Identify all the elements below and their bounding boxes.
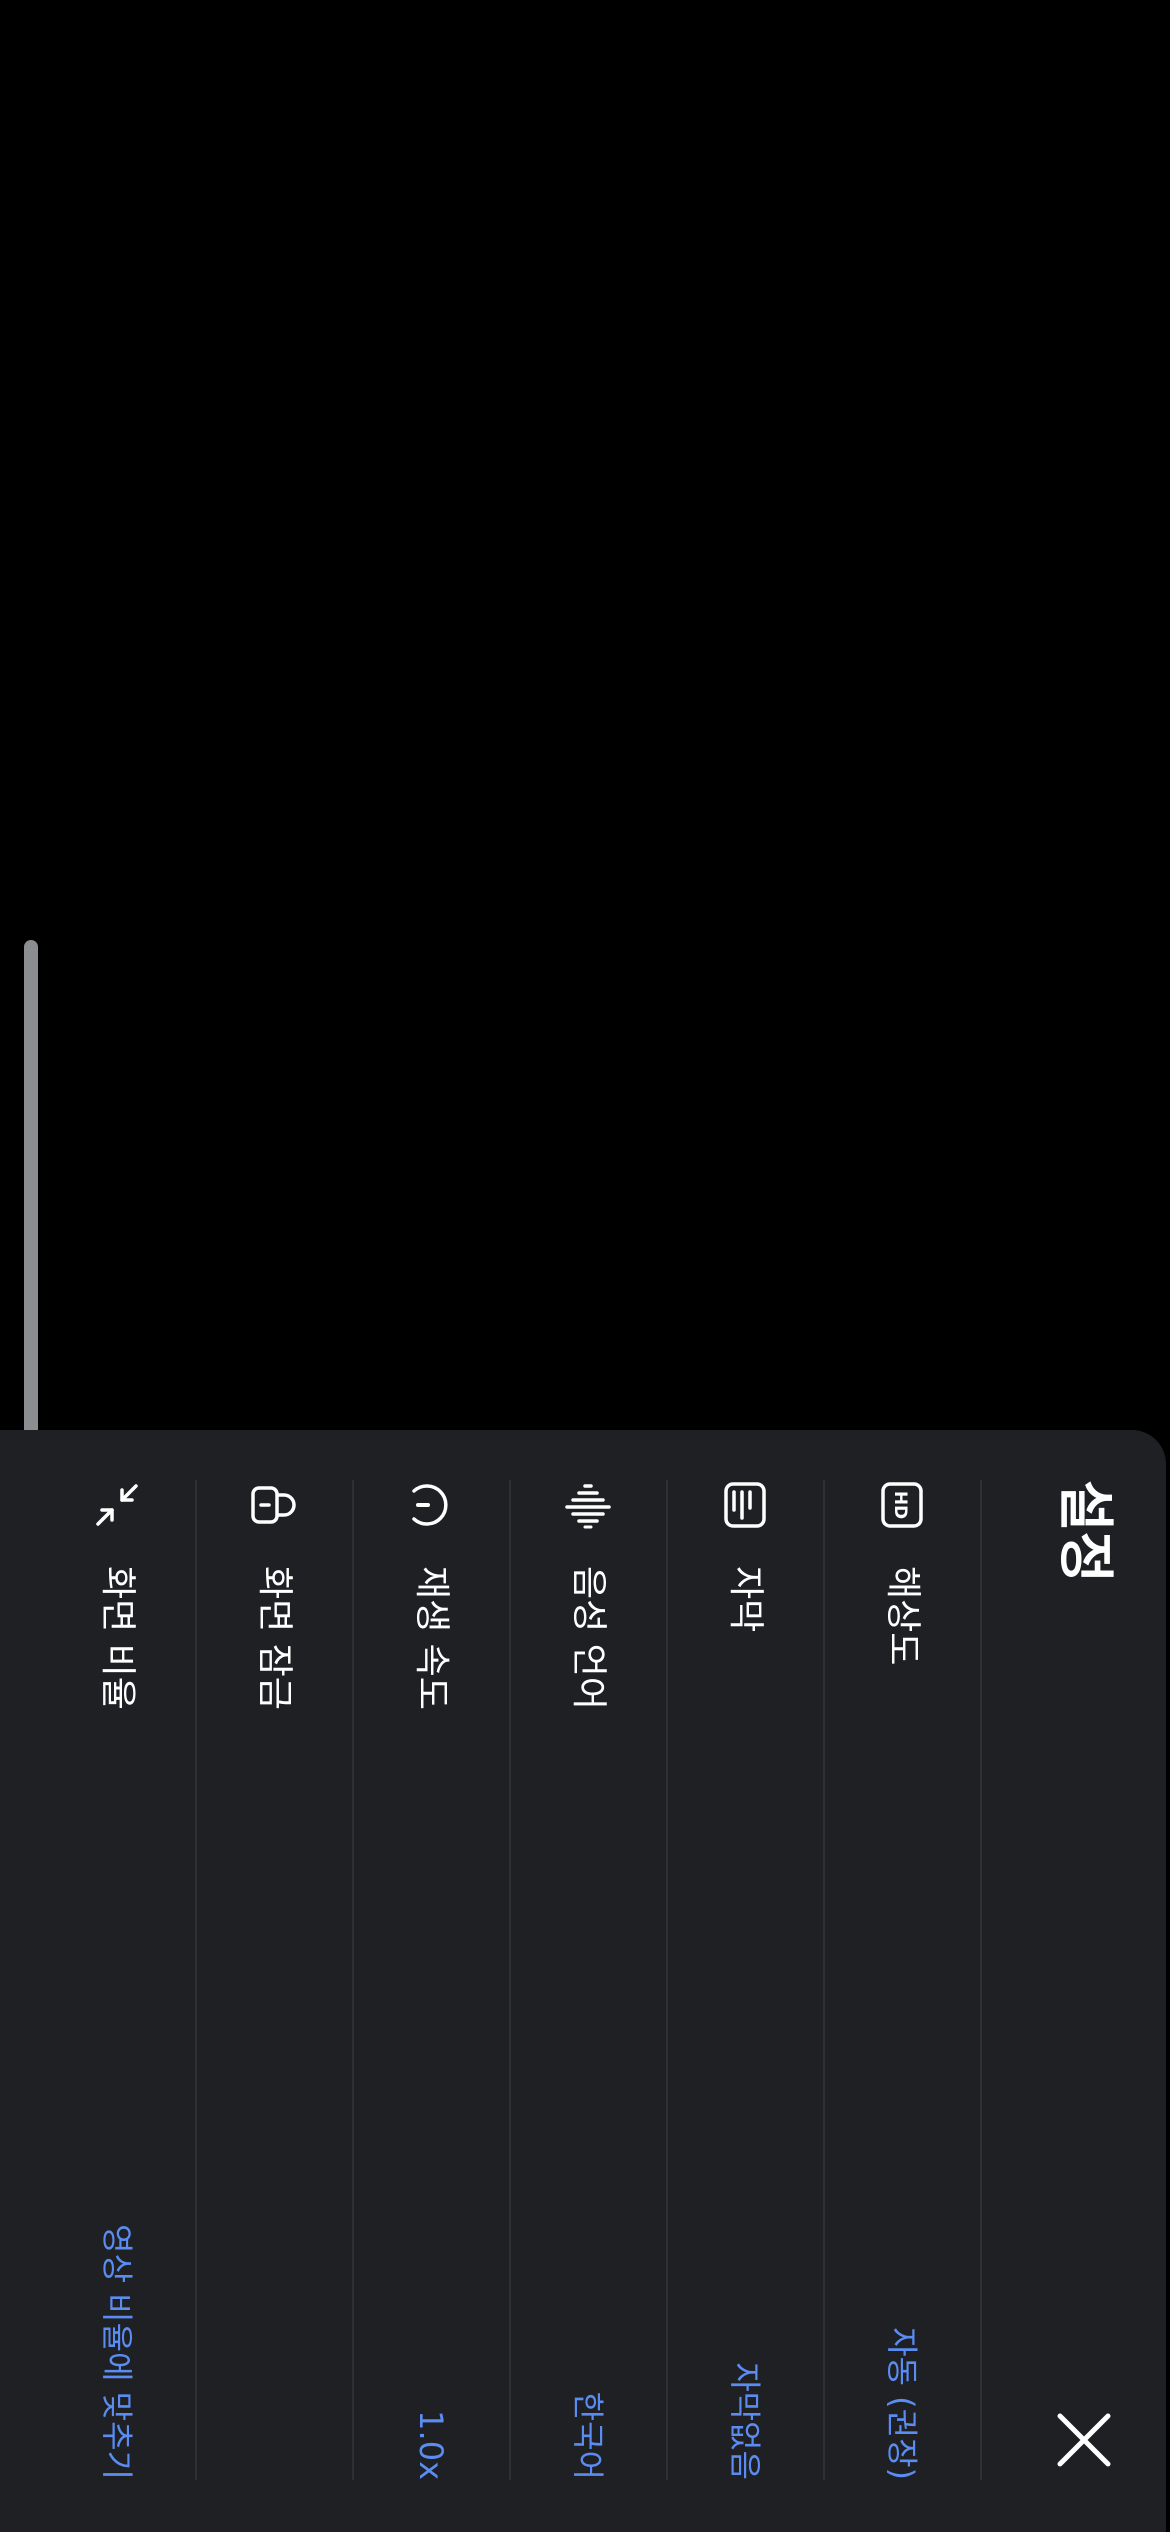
resolution-label: 해상도 [882, 1566, 924, 1666]
settings-list: HD 해상도 자동 (권장) 자막 자막없음 음성 언어 한국어 재생 속도 1… [40, 1480, 982, 2480]
screen-lock-label: 화면 잠금 [254, 1566, 296, 1710]
aspect-ratio-label: 화면 비율 [97, 1566, 139, 1710]
speed-gauge-icon [407, 1480, 457, 1530]
close-icon [1057, 2413, 1111, 2467]
settings-row-audio-language[interactable]: 음성 언어 한국어 [511, 1480, 668, 2480]
settings-row-aspect-ratio[interactable]: 화면 비율 영상 비율에 맞추기 [40, 1480, 197, 2480]
shrink-arrows-icon [93, 1480, 143, 1530]
subtitles-label: 자막 [725, 1566, 767, 1633]
settings-sheet: 설정 HD 해상도 자동 (권장) 자막 자막없음 음성 언어 한국어 재생 속… [0, 1430, 1170, 2532]
subtitles-value: 자막없음 [726, 2362, 765, 2480]
resolution-value: 자동 (권장) [883, 2327, 922, 2480]
aspect-ratio-value: 영상 비율에 맞추기 [98, 2224, 137, 2480]
settings-row-playback-speed[interactable]: 재생 속도 1.0x [354, 1480, 511, 2480]
playback-speed-label: 재생 속도 [411, 1566, 453, 1710]
screen: 설정 HD 해상도 자동 (권장) 자막 자막없음 음성 언어 한국어 재생 속… [0, 0, 1170, 2532]
lock-icon [250, 1480, 300, 1530]
settings-row-screen-lock[interactable]: 화면 잠금 [197, 1480, 354, 2480]
hd-icon: HD [878, 1480, 928, 1530]
settings-header: 설정 [970, 1480, 1170, 2480]
audio-waveform-icon [564, 1480, 614, 1530]
playback-speed-value: 1.0x [412, 2410, 451, 2480]
subtitles-icon [721, 1480, 771, 1530]
settings-row-resolution[interactable]: HD 해상도 자동 (권장) [825, 1480, 982, 2480]
svg-text:HD: HD [891, 1491, 911, 1519]
settings-row-subtitles[interactable]: 자막 자막없음 [668, 1480, 825, 2480]
audio-language-label: 음성 언어 [568, 1566, 610, 1710]
settings-title: 설정 [1052, 1480, 1117, 1584]
audio-language-value: 한국어 [569, 2391, 608, 2480]
close-button[interactable] [1044, 2400, 1124, 2480]
